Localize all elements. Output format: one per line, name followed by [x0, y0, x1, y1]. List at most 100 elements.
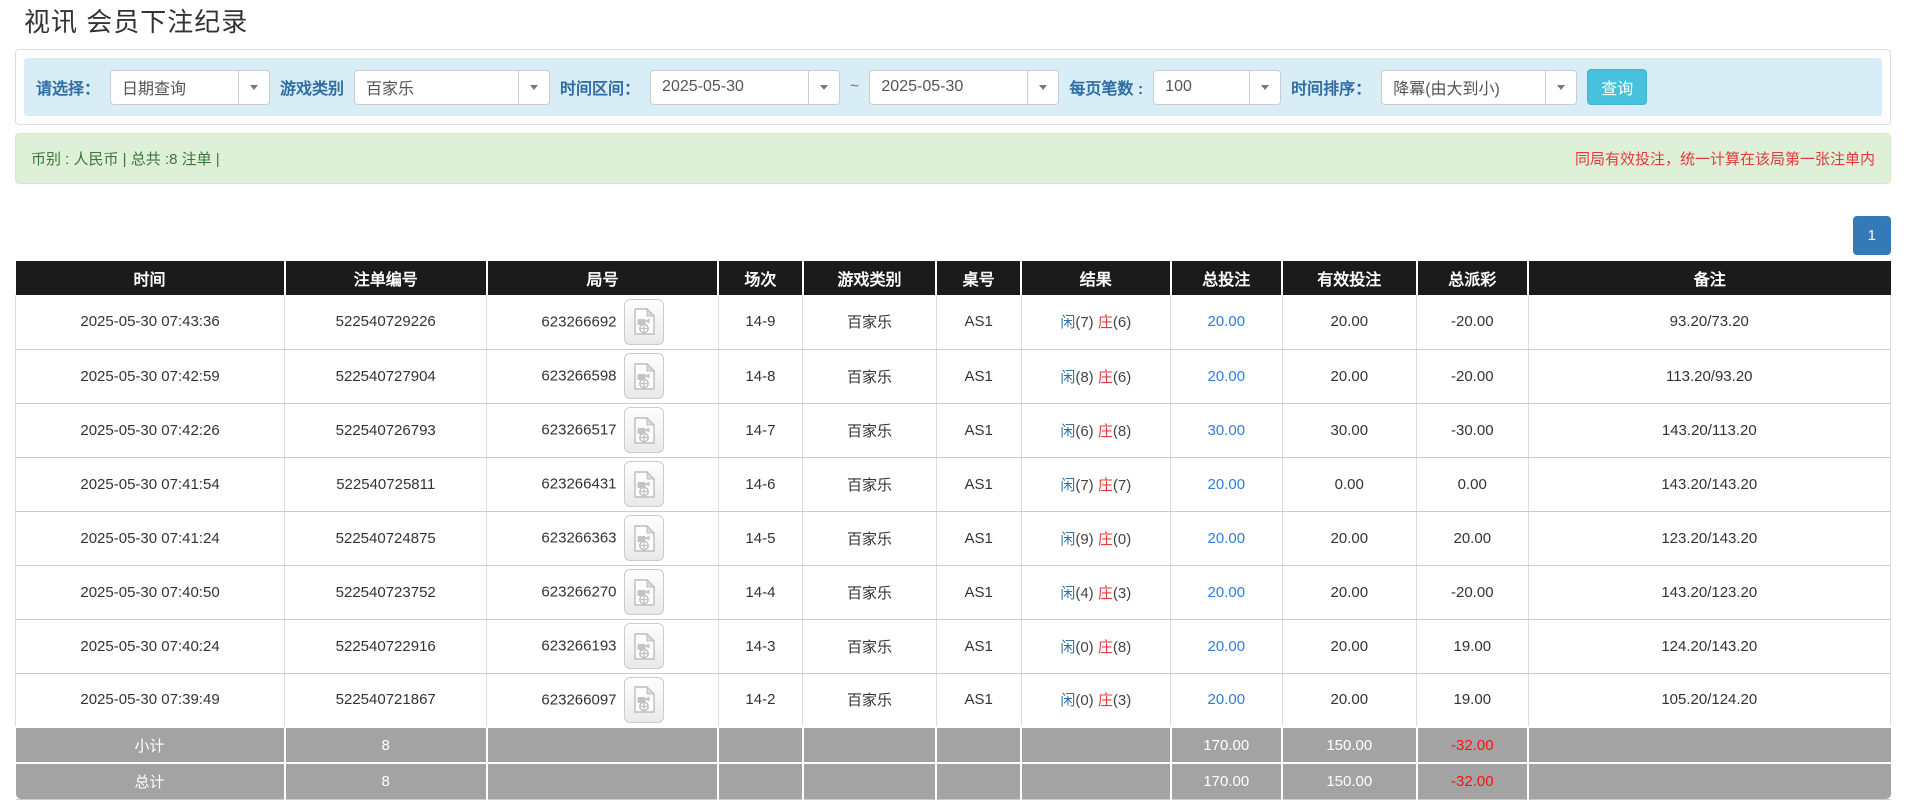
cell-session: 14-9 [718, 295, 803, 349]
column-header-10: 备注 [1528, 261, 1890, 295]
cell-round-id: 623266692 [487, 295, 718, 349]
subtotal-count: 8 [285, 727, 487, 763]
chevron-down-icon[interactable] [1249, 71, 1280, 104]
chevron-down-icon[interactable] [1545, 71, 1576, 104]
table-row: 2025-05-30 07:40:24522540722916623266193… [16, 619, 1891, 673]
total-empty-cell [1021, 763, 1170, 799]
video-replay-button[interactable] [624, 569, 664, 615]
records-table: 时间注单编号局号场次游戏类别桌号结果总投注有效投注总派彩备注 2025-05-3… [15, 261, 1891, 800]
video-replay-button[interactable] [624, 299, 664, 345]
page-size-select[interactable]: 100 [1153, 70, 1281, 105]
total-empty-cell [718, 763, 803, 799]
total-bet-link[interactable]: 20.00 [1208, 368, 1246, 385]
banker-result-label: 庄 [1098, 692, 1113, 709]
cell-session: 14-4 [718, 565, 803, 619]
cell-table-no: AS1 [936, 619, 1021, 673]
table-row: 2025-05-30 07:39:49522540721867623266097… [16, 673, 1891, 727]
chevron-down-icon[interactable] [238, 71, 269, 104]
cell-payout: -20.00 [1417, 565, 1529, 619]
cell-payout: -20.00 [1417, 349, 1529, 403]
total-row: 总计8170.00150.00-32.00 [16, 763, 1891, 799]
cell-bet-id: 522540722916 [285, 619, 487, 673]
banker-result-score: (8) [1113, 423, 1131, 440]
player-result-label: 闲 [1060, 423, 1075, 440]
total-bet-link[interactable]: 20.00 [1208, 584, 1246, 601]
chevron-down-icon[interactable] [518, 71, 549, 104]
cell-total-bet: 20.00 [1171, 511, 1283, 565]
cell-valid-bet: 20.00 [1282, 349, 1416, 403]
player-result-label: 闲 [1060, 692, 1075, 709]
total-bet-link[interactable]: 30.00 [1208, 422, 1246, 439]
player-result-score: (8) [1075, 369, 1093, 386]
subtotal-empty-cell [487, 727, 718, 763]
player-result-score: (6) [1075, 423, 1093, 440]
cell-time: 2025-05-30 07:42:59 [16, 349, 285, 403]
cell-payout: 19.00 [1417, 619, 1529, 673]
filter-panel: 请选择： 日期查询 游戏类别 百家乐 时间区间： 2025-05-30 ~ 20… [15, 49, 1891, 125]
video-file-icon [633, 686, 655, 713]
game-category-value: 百家乐 [355, 71, 518, 104]
video-replay-button[interactable] [624, 515, 664, 561]
video-replay-button[interactable] [624, 677, 664, 723]
round-id-text: 623266431 [541, 476, 616, 493]
cell-result: 闲(8) 庄(6) [1021, 349, 1170, 403]
cell-payout: 0.00 [1417, 457, 1529, 511]
banker-result-score: (0) [1113, 531, 1131, 548]
date-from-value: 2025-05-30 [651, 71, 808, 104]
chevron-down-icon[interactable] [808, 71, 839, 104]
time-sort-select[interactable]: 降冪(由大到小) [1381, 70, 1577, 105]
total-bet-link[interactable]: 20.00 [1208, 691, 1246, 708]
cell-bet-id: 522540726793 [285, 403, 487, 457]
currency-info-text: 币别 : 人民币 | 总共 :8 注单 | [31, 148, 220, 169]
total-valid-bet: 150.00 [1282, 763, 1416, 799]
player-result-label: 闲 [1060, 585, 1075, 602]
column-header-2: 局号 [487, 261, 718, 295]
video-replay-button[interactable] [624, 623, 664, 669]
cell-bet-id: 522540725811 [285, 457, 487, 511]
total-bet-link[interactable]: 20.00 [1208, 530, 1246, 547]
video-replay-button[interactable] [624, 407, 664, 453]
cell-round-id: 623266270 [487, 565, 718, 619]
cell-session: 14-2 [718, 673, 803, 727]
cell-game-category: 百家乐 [803, 349, 937, 403]
cell-time: 2025-05-30 07:40:50 [16, 565, 285, 619]
cell-bet-id: 522540723752 [285, 565, 487, 619]
page-number-button[interactable]: 1 [1853, 216, 1891, 255]
total-empty-cell [487, 763, 718, 799]
cell-table-no: AS1 [936, 565, 1021, 619]
table-row: 2025-05-30 07:43:36522540729226623266692… [16, 295, 1891, 349]
round-id-text: 623266517 [541, 422, 616, 439]
cell-table-no: AS1 [936, 403, 1021, 457]
total-empty-cell [803, 763, 937, 799]
cell-game-category: 百家乐 [803, 619, 937, 673]
player-result-label: 闲 [1060, 531, 1075, 548]
date-to-input[interactable]: 2025-05-30 [869, 70, 1059, 105]
column-header-9: 总派彩 [1417, 261, 1529, 295]
cell-round-id: 623266097 [487, 673, 718, 727]
cell-result: 闲(7) 庄(6) [1021, 295, 1170, 349]
pagination: 1 [15, 216, 1891, 255]
video-replay-button[interactable] [624, 461, 664, 507]
banker-result-label: 庄 [1098, 314, 1113, 331]
game-category-select[interactable]: 百家乐 [354, 70, 550, 105]
total-bet-link[interactable]: 20.00 [1208, 313, 1246, 330]
total-bet-link[interactable]: 20.00 [1208, 638, 1246, 655]
chevron-down-icon[interactable] [1027, 71, 1058, 104]
cell-remark: 93.20/73.20 [1528, 295, 1890, 349]
cell-valid-bet: 20.00 [1282, 565, 1416, 619]
video-replay-button[interactable] [624, 353, 664, 399]
cell-session: 14-7 [718, 403, 803, 457]
cell-payout: 20.00 [1417, 511, 1529, 565]
cell-game-category: 百家乐 [803, 403, 937, 457]
round-id-text: 623266193 [541, 638, 616, 655]
page-size-label: 每页笔数 : [1069, 75, 1143, 99]
round-id-text: 623266097 [541, 691, 616, 708]
player-result-label: 闲 [1060, 314, 1075, 331]
date-from-input[interactable]: 2025-05-30 [650, 70, 840, 105]
cell-valid-bet: 20.00 [1282, 619, 1416, 673]
query-type-select[interactable]: 日期查询 [110, 70, 270, 105]
player-result-score: (0) [1075, 639, 1093, 656]
search-button[interactable]: 查询 [1587, 69, 1647, 105]
total-bet-link[interactable]: 20.00 [1208, 476, 1246, 493]
cell-result: 闲(0) 庄(8) [1021, 619, 1170, 673]
